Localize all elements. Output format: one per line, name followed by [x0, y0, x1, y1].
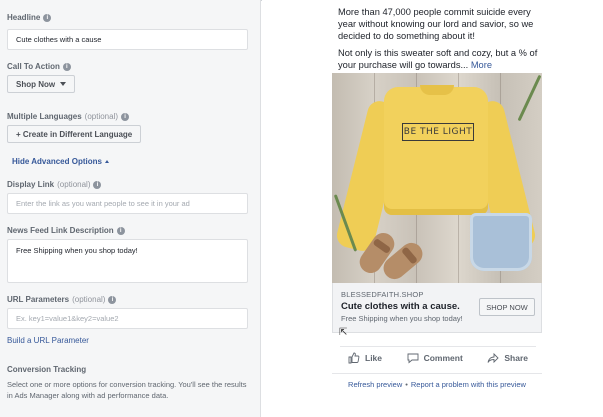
- body-paragraph-1: More than 47,000 people commit suicide e…: [338, 7, 534, 41]
- languages-label: Multiple Languages (optional) i: [7, 112, 130, 121]
- link-card-footer[interactable]: BLESSEDFAITH.SHOP Cute clothes with a ca…: [332, 283, 542, 333]
- post-actions-bar: Like Comment Share: [340, 346, 536, 368]
- ad-body-text: More than 47,000 people commit suicide e…: [338, 6, 544, 76]
- cta-selected-value: Shop Now: [16, 79, 56, 89]
- conversion-tracking-help: Select one or more options for conversio…: [7, 380, 247, 400]
- refresh-preview-link[interactable]: Refresh preview: [348, 380, 402, 389]
- preview-links: Refresh preview • Report a problem with …: [332, 373, 542, 389]
- info-icon[interactable]: i: [62, 62, 71, 71]
- conversion-tracking-label: Conversion Tracking: [7, 365, 87, 374]
- news-feed-desc-textarea[interactable]: Free Shipping when you shop today!: [7, 239, 248, 283]
- link-headline: Cute clothes with a cause.: [341, 301, 460, 312]
- share-button[interactable]: Share: [487, 352, 528, 364]
- thumbs-up-icon: [348, 352, 360, 363]
- info-icon[interactable]: i: [93, 180, 102, 189]
- news-feed-desc-label: News Feed Link Description i: [7, 226, 125, 235]
- url-params-input[interactable]: Ex. key1=value1&key2=value2: [7, 308, 248, 329]
- caret-down-icon: [60, 82, 67, 86]
- link-description: Free Shipping when you shop today!: [341, 314, 463, 323]
- body-paragraph-2: Not only is this sweater soft and cozy, …: [338, 48, 538, 70]
- sweater: [384, 87, 488, 215]
- denim-shorts: [470, 213, 532, 271]
- info-icon[interactable]: i: [43, 13, 52, 22]
- report-problem-link[interactable]: Report a problem with this preview: [411, 380, 526, 389]
- info-icon[interactable]: i: [121, 112, 130, 121]
- plant-sprig: [517, 74, 542, 122]
- comment-icon: [407, 353, 419, 363]
- caret-up-icon: [104, 160, 109, 163]
- share-arrow-icon: [487, 352, 500, 363]
- headline-input[interactable]: Cute clothes with a cause: [7, 29, 248, 50]
- ad-editor-panel: Headline i Cute clothes with a cause Call…: [0, 0, 261, 417]
- sweater-print-text: BE THE LIGHT: [402, 123, 474, 141]
- display-link-input[interactable]: Enter the link as you want people to see…: [7, 193, 248, 214]
- see-more-link[interactable]: More: [471, 60, 492, 70]
- info-icon[interactable]: i: [116, 226, 125, 235]
- headline-label: Headline i: [7, 13, 52, 22]
- like-button[interactable]: Like: [348, 352, 382, 364]
- ad-image[interactable]: BE THE LIGHT: [332, 73, 542, 283]
- sweater-collar: [420, 85, 454, 95]
- info-icon[interactable]: i: [108, 295, 117, 304]
- display-link-label: Display Link (optional) i: [7, 180, 102, 189]
- build-url-parameter-link[interactable]: Build a URL Parameter: [7, 336, 89, 345]
- link-domain: BLESSEDFAITH.SHOP: [341, 290, 424, 299]
- comment-button[interactable]: Comment: [407, 352, 463, 364]
- shop-now-button[interactable]: SHOP NOW: [479, 298, 535, 316]
- cta-dropdown[interactable]: Shop Now: [7, 75, 76, 93]
- create-language-button[interactable]: + Create in Different Language: [7, 125, 142, 143]
- url-params-label: URL Parameters (optional) i: [7, 295, 117, 304]
- mouse-cursor-icon: ⇱: [339, 327, 348, 338]
- cta-label: Call To Action i: [7, 62, 71, 71]
- hide-advanced-options-link[interactable]: Hide Advanced Options: [12, 157, 109, 166]
